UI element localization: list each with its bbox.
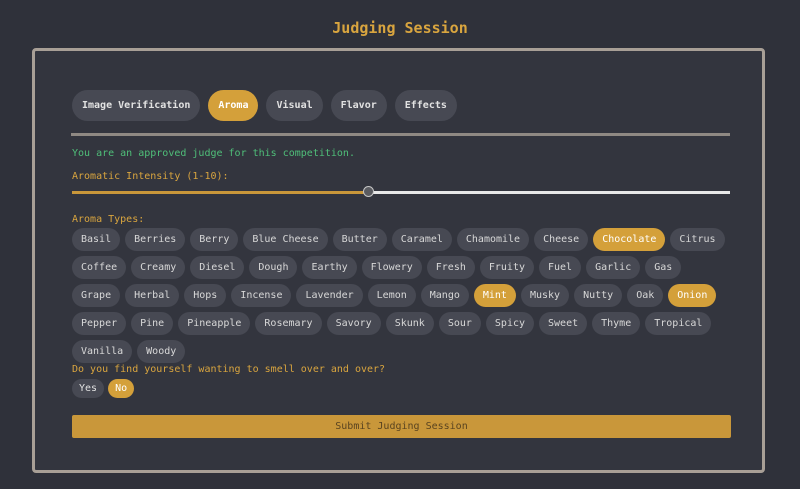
- aroma-chip-caramel[interactable]: Caramel: [391, 228, 452, 251]
- aroma-chip-berries[interactable]: Berries: [125, 228, 186, 251]
- aroma-chip-skunk[interactable]: Skunk: [385, 312, 434, 335]
- tab-effects[interactable]: Effects: [394, 90, 457, 121]
- yes-button[interactable]: Yes: [72, 379, 105, 398]
- aroma-chip-woody[interactable]: Woody: [137, 340, 186, 363]
- aroma-type-list: Basil Berries Berry Blue Cheese Butter Carame…: [72, 228, 732, 363]
- aroma-chip-savory[interactable]: Savory: [326, 312, 381, 335]
- aroma-chip-hops[interactable]: Hops: [184, 284, 227, 307]
- aroma-chip-flowery[interactable]: Flowery: [361, 256, 422, 279]
- aroma-chip-basil[interactable]: Basil: [72, 228, 121, 251]
- aroma-chip-gas[interactable]: Gas: [645, 256, 682, 279]
- approved-judge-message: You are an approved judge for this compe…: [72, 148, 355, 159]
- aroma-chip-mint[interactable]: Mint: [473, 284, 516, 307]
- aroma-chip-pepper[interactable]: Pepper: [72, 312, 127, 335]
- intensity-slider-thumb[interactable]: [363, 186, 375, 197]
- aroma-chip-dough[interactable]: Dough: [249, 256, 298, 279]
- aroma-chip-nutty[interactable]: Nutty: [574, 284, 623, 307]
- intensity-slider-fill: [72, 191, 369, 194]
- aroma-chip-coffee[interactable]: Coffee: [72, 256, 127, 279]
- page-title: Judging Session: [332, 19, 468, 37]
- aroma-chip-vanilla[interactable]: Vanilla: [72, 340, 133, 363]
- tab-image-verification[interactable]: Image Verification: [72, 90, 201, 121]
- aroma-chip-pineapple[interactable]: Pineapple: [178, 312, 251, 335]
- intensity-label: Aromatic Intensity (1-10):: [72, 171, 229, 182]
- judging-panel: Image Verification Aroma Visual Flavor Effec…: [32, 48, 765, 473]
- aroma-chip-garlic[interactable]: Garlic: [586, 256, 641, 279]
- aroma-chip-spicy[interactable]: Spicy: [485, 312, 535, 335]
- smell-again-question: Do you find yourself wanting to smell ov…: [72, 364, 386, 375]
- tab-visual[interactable]: Visual: [266, 90, 323, 121]
- aroma-chip-berry[interactable]: Berry: [190, 228, 239, 251]
- aroma-chip-onion[interactable]: Onion: [668, 284, 717, 307]
- aroma-chip-sweet[interactable]: Sweet: [539, 312, 588, 335]
- intensity-slider[interactable]: [72, 186, 730, 197]
- aroma-chip-grape[interactable]: Grape: [72, 284, 121, 307]
- tab-bar: Image Verification Aroma Visual Flavor Effec…: [72, 90, 457, 121]
- no-button[interactable]: No: [108, 379, 135, 398]
- aroma-chip-incense[interactable]: Incense: [231, 284, 292, 307]
- aroma-chip-mango[interactable]: Mango: [420, 284, 469, 307]
- aroma-chip-thyme[interactable]: Thyme: [592, 312, 641, 335]
- aroma-chip-cheese[interactable]: Cheese: [534, 228, 589, 251]
- aroma-chip-sour[interactable]: Sour: [438, 312, 481, 335]
- aroma-chip-chamomile[interactable]: Chamomile: [456, 228, 530, 251]
- aroma-chip-fruity[interactable]: Fruity: [479, 256, 534, 279]
- submit-judging-session-button[interactable]: Submit Judging Session: [72, 415, 731, 438]
- aroma-chip-earthy[interactable]: Earthy: [302, 256, 357, 279]
- aroma-chip-rosemary[interactable]: Rosemary: [255, 312, 322, 335]
- tab-flavor[interactable]: Flavor: [330, 90, 387, 121]
- aroma-chip-diesel[interactable]: Diesel: [190, 256, 245, 279]
- aroma-chip-herbal[interactable]: Herbal: [125, 284, 180, 307]
- aroma-chip-pine[interactable]: Pine: [131, 312, 174, 335]
- aroma-chip-creamy[interactable]: Creamy: [131, 256, 186, 279]
- aroma-chip-tropical[interactable]: Tropical: [645, 312, 712, 335]
- smell-again-answer-group: Yes No: [72, 379, 135, 398]
- aroma-chip-chocolate[interactable]: Chocolate: [593, 228, 666, 251]
- tab-aroma[interactable]: Aroma: [208, 90, 259, 121]
- aroma-chip-citrus[interactable]: Citrus: [670, 228, 725, 251]
- aroma-chip-fuel[interactable]: Fuel: [539, 256, 582, 279]
- aroma-chip-lavender[interactable]: Lavender: [296, 284, 363, 307]
- aroma-chip-fresh[interactable]: Fresh: [426, 256, 475, 279]
- aroma-chip-oak[interactable]: Oak: [627, 284, 664, 307]
- aroma-chip-blue-cheese[interactable]: Blue Cheese: [243, 228, 328, 251]
- aroma-chip-musky[interactable]: Musky: [520, 284, 570, 307]
- tab-divider: [71, 133, 730, 136]
- aroma-chip-lemon[interactable]: Lemon: [367, 284, 416, 307]
- aroma-types-label: Aroma Types:: [72, 214, 145, 225]
- aroma-chip-butter[interactable]: Butter: [332, 228, 387, 251]
